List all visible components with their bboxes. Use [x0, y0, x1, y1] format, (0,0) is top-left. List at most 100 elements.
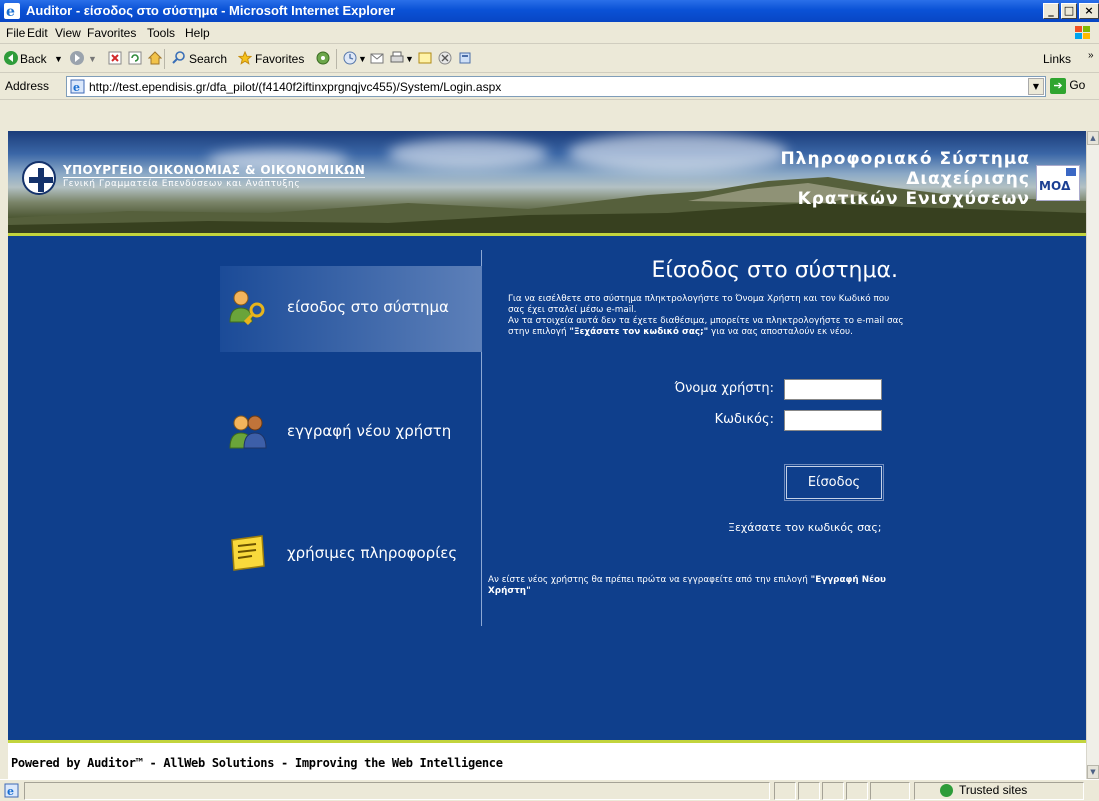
eu-flag-icon [1066, 168, 1076, 176]
research-icon[interactable] [458, 51, 472, 65]
password-input[interactable] [784, 410, 882, 431]
address-dropdown-icon[interactable]: ▼ [1028, 78, 1044, 95]
menu-favorites[interactable]: Favorites [87, 26, 136, 40]
system-title-line: Διαχείρισης [906, 169, 1030, 189]
username-label: Όνομα χρήστη: [674, 381, 774, 396]
status-pane [798, 782, 820, 800]
ministry-subtitle: Γενική Γραμματεία Επενδύσεων και Ανάπτυξ… [63, 179, 301, 189]
stop-icon[interactable] [108, 51, 122, 65]
page-status-icon: e [4, 783, 19, 798]
forward-dropdown-icon[interactable]: ▼ [88, 50, 97, 68]
windows-flag-icon [1075, 26, 1090, 39]
back-arrow-icon[interactable] [4, 51, 18, 65]
links-button[interactable]: Links [1043, 50, 1071, 68]
chevron-right-icon[interactable]: » [1088, 47, 1094, 65]
system-title-line: Κρατικών Ενισχύσεων [797, 189, 1030, 209]
favorites-star-icon[interactable] [238, 51, 252, 65]
header-banner: ΥΠΟΥΡΓΕΙΟ ΟΙΚΟΝΟΜΙΑΣ & ΟΙΚΟΝΟΜΙΚΩΝ Γενικ… [8, 131, 1086, 233]
moda-logo-text: ΜΟΔ [1039, 179, 1071, 193]
login-button[interactable]: Είσοδος [785, 465, 883, 500]
back-dropdown-icon[interactable]: ▼ [54, 50, 63, 68]
maximize-button[interactable]: □ [1061, 3, 1077, 19]
media-icon[interactable] [316, 51, 330, 65]
scroll-down-icon[interactable]: ▼ [1087, 765, 1099, 779]
status-bar: e Trusted sites [0, 779, 1099, 801]
nav-label: εγγραφή νέου χρήστη [287, 422, 452, 440]
username-input[interactable] [784, 379, 882, 400]
window-border [0, 131, 8, 779]
instructions-text: Για να εισέλθετε στο σύστημα πληκτρολογή… [508, 294, 890, 315]
messenger-icon[interactable] [438, 51, 452, 65]
nav-item-register[interactable]: εγγραφή νέου χρήστη [220, 390, 482, 476]
nav-label: είσοδος στο σύστημα [287, 298, 449, 316]
go-arrow-icon: ➔ [1050, 78, 1066, 94]
menu-bar: File Edit View Favorites Tools Help [0, 22, 1099, 44]
history-dropdown-icon[interactable]: ▼ [358, 50, 367, 68]
close-button[interactable]: × [1079, 3, 1099, 19]
history-icon[interactable] [343, 51, 357, 65]
user-key-icon [229, 290, 265, 326]
menu-tools[interactable]: Tools [147, 26, 175, 40]
new-user-text: Αν είστε νέος χρήστης θα πρέπει πρώτα να… [488, 575, 808, 585]
mail-icon[interactable] [370, 51, 384, 65]
system-title: Πληροφοριακό Σύστημα Διαχείρισης Κρατικώ… [780, 149, 1030, 209]
menu-file[interactable]: File [6, 26, 25, 40]
browser-window: e Auditor - είσοδος στο σύστημα - Micros… [0, 0, 1099, 801]
edit-dropdown-icon[interactable]: ▼ [405, 50, 414, 68]
greek-cross-seal-icon [22, 161, 56, 195]
window-title: Auditor - είσοδος στο σύστημα - Microsof… [26, 3, 396, 18]
users-icon [229, 415, 267, 449]
forgot-password-link[interactable]: Ξεχάσατε τον κωδικός σας; [728, 521, 881, 534]
note-icon [231, 535, 265, 571]
minimize-button[interactable]: _ [1043, 3, 1059, 19]
favorites-button[interactable]: Favorites [255, 50, 304, 68]
menu-edit[interactable]: Edit [27, 26, 48, 40]
page-viewport: ΥΠΟΥΡΓΕΙΟ ΟΙΚΟΝΟΜΙΑΣ & ΟΙΚΟΝΟΜΙΚΩΝ Γενικ… [8, 131, 1086, 779]
ie-logo-icon: e [4, 3, 20, 19]
status-pane [822, 782, 844, 800]
security-zone: Trusted sites [940, 783, 1028, 798]
forward-arrow-icon[interactable] [70, 51, 84, 65]
svg-text:e: e [6, 4, 15, 19]
checkmark-icon [940, 784, 953, 798]
status-text-pane [24, 782, 770, 800]
cloud-shape [568, 133, 788, 173]
nav-item-login[interactable]: είσοδος στο σύστημα [220, 266, 482, 352]
go-label: Go [1069, 78, 1086, 93]
system-title-line: Πληροφοριακό Σύστημα [780, 149, 1030, 169]
moda-logo: ΜΟΔ [1036, 165, 1080, 201]
address-bar: Address e http://test.ependisis.gr/dfa_p… [0, 74, 1099, 100]
go-button[interactable]: ➔ Go [1050, 78, 1085, 94]
discuss-icon[interactable] [418, 51, 432, 65]
home-icon[interactable] [148, 51, 162, 65]
print-icon[interactable] [390, 51, 404, 65]
standard-toolbar: Back ▼ ▼ Search Favorites ▼ ▼ Links » [0, 45, 1099, 73]
new-user-note: Αν είστε νέος χρήστης θα πρέπει πρώτα να… [488, 575, 908, 597]
refresh-icon[interactable] [128, 51, 142, 65]
login-instructions: Για να εισέλθετε στο σύστημα πληκτρολογή… [508, 294, 908, 338]
status-pane [870, 782, 910, 800]
username-row: Όνομα χρήστη: [675, 379, 884, 400]
address-input[interactable]: e http://test.ependisis.gr/dfa_pilot/(f4… [66, 76, 1046, 97]
toolbar-separator [164, 49, 165, 69]
back-button[interactable]: Back [20, 50, 47, 68]
address-label: Address [5, 79, 50, 93]
svg-text:e: e [7, 785, 14, 798]
search-icon[interactable] [172, 51, 186, 65]
instructions-link: "Ξεχάσατε τον κωδικό σας;" [569, 327, 709, 337]
scroll-up-icon[interactable]: ▲ [1087, 131, 1099, 145]
title-bar[interactable]: e Auditor - είσοδος στο σύστημα - Micros… [0, 0, 1099, 22]
menu-help[interactable]: Help [185, 26, 210, 40]
vertical-scrollbar[interactable]: ▲ ▼ [1086, 131, 1099, 779]
menu-view[interactable]: View [55, 26, 81, 40]
nav-label: χρήσιμες πληροφορίες [287, 544, 458, 562]
search-button[interactable]: Search [189, 50, 227, 68]
instructions-text: για να σας αποσταλούν εκ νέου. [711, 327, 853, 337]
cloud-shape [388, 139, 548, 169]
nav-item-info[interactable]: χρήσιμες πληροφορίες [220, 512, 482, 598]
security-zone-label: Trusted sites [959, 783, 1028, 797]
page-icon: e [70, 79, 85, 94]
password-row: Κωδικός: [715, 410, 884, 431]
password-label: Κωδικός: [714, 412, 774, 427]
status-pane [774, 782, 796, 800]
